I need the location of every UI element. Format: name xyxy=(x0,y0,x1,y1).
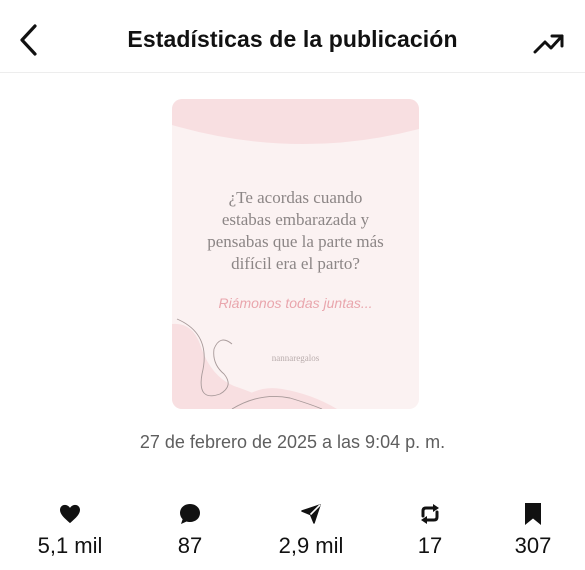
heart-icon xyxy=(60,504,80,524)
stat-likes-value: 5,1 mil xyxy=(37,533,103,558)
stat-likes[interactable]: 5,1 mil xyxy=(15,498,125,566)
bookmark-icon xyxy=(525,503,541,525)
post-question-line: difícil era el parto? xyxy=(231,254,360,273)
page-title: Estadísticas de la publicación xyxy=(127,26,458,52)
stat-comments[interactable]: 87 xyxy=(135,498,245,566)
share-icon xyxy=(301,504,321,524)
stat-shares-value: 2,9 mil xyxy=(278,533,344,558)
stats-row: 5,1 mil 87 2,9 mil 17 307 xyxy=(0,498,585,568)
stat-comments-value: 87 xyxy=(177,533,203,558)
stat-shares[interactable]: 2,9 mil xyxy=(256,498,366,566)
post-timestamp: 27 de febrero de 2025 a las 9:04 p. m. xyxy=(139,432,446,452)
post-preview[interactable]: ¿Te acordas cuando estabas embarazada y … xyxy=(172,99,419,409)
post-question-line: estabas embarazada y xyxy=(221,210,370,229)
post-question-text: ¿Te acordas cuando estabas embarazada y … xyxy=(172,187,419,275)
trends-button[interactable] xyxy=(531,26,567,60)
comment-icon xyxy=(180,504,200,524)
stat-saves-value: 307 xyxy=(514,533,552,558)
header-bar: Estadísticas de la publicación xyxy=(0,0,585,73)
post-subtitle: Riámonos todas juntas... xyxy=(218,295,373,311)
trending-up-icon xyxy=(533,34,564,54)
post-bottom-decoration xyxy=(172,318,337,409)
stat-reposts[interactable]: 17 xyxy=(375,498,485,566)
post-question-line: ¿Te acordas cuando xyxy=(228,188,363,207)
post-top-band xyxy=(172,99,419,145)
stat-saves[interactable]: 307 xyxy=(478,498,585,566)
repost-icon xyxy=(421,504,439,524)
post-question-line: pensabas que la parte más xyxy=(207,232,384,251)
stat-reposts-value: 17 xyxy=(417,533,443,558)
